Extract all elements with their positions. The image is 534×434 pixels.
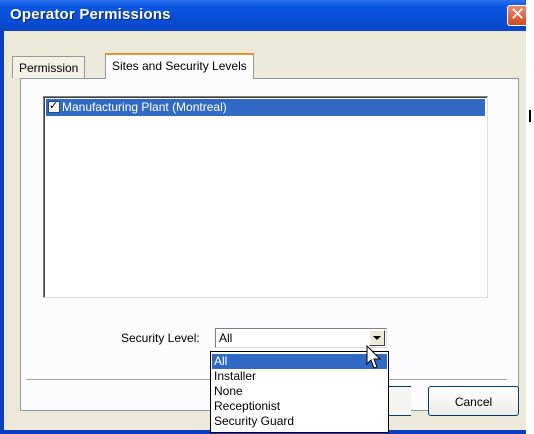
tab-permission-label: Permission: [19, 61, 79, 75]
cancel-button[interactable]: Cancel: [428, 386, 519, 416]
security-level-options[interactable]: All Installer None Receptionist Security…: [210, 351, 389, 433]
option-none[interactable]: None: [212, 384, 387, 399]
dialog-window: Operator Permissions ✕ Permission Sites …: [0, 0, 534, 434]
background-strip: [526, 0, 534, 434]
title-bar[interactable]: Operator Permissions ✕: [0, 0, 534, 31]
sites-list[interactable]: ✓ Manufacturing Plant (Montreal): [43, 96, 488, 298]
option-receptionist[interactable]: Receptionist: [212, 399, 387, 414]
security-level-label: Security Level:: [121, 331, 200, 345]
close-button[interactable]: ✕: [507, 4, 528, 26]
window-title: Operator Permissions: [10, 6, 171, 23]
mouse-pointer-icon: [366, 345, 382, 369]
cancel-button-label: Cancel: [454, 395, 493, 409]
background-edge-mark: [529, 110, 531, 122]
check-icon: ✓: [49, 99, 59, 112]
tab-sites-and-security-levels[interactable]: Sites and Security Levels: [105, 53, 254, 79]
dropdown-button[interactable]: [369, 330, 385, 346]
tab-permission[interactable]: Permission: [12, 56, 86, 78]
security-level-select[interactable]: All: [215, 328, 387, 348]
site-checkbox[interactable]: ✓: [48, 99, 60, 113]
list-item[interactable]: ✓ Manufacturing Plant (Montreal): [46, 99, 485, 116]
security-level-value: All: [219, 331, 233, 345]
tab-sites-label: Sites and Security Levels: [112, 59, 247, 73]
close-icon: ✕: [509, 4, 526, 25]
option-security-guard[interactable]: Security Guard: [212, 414, 387, 429]
option-installer[interactable]: Installer: [212, 369, 387, 384]
chevron-down-icon: [373, 336, 381, 340]
option-all[interactable]: All: [212, 354, 387, 369]
site-label: Manufacturing Plant (Montreal): [62, 100, 227, 114]
